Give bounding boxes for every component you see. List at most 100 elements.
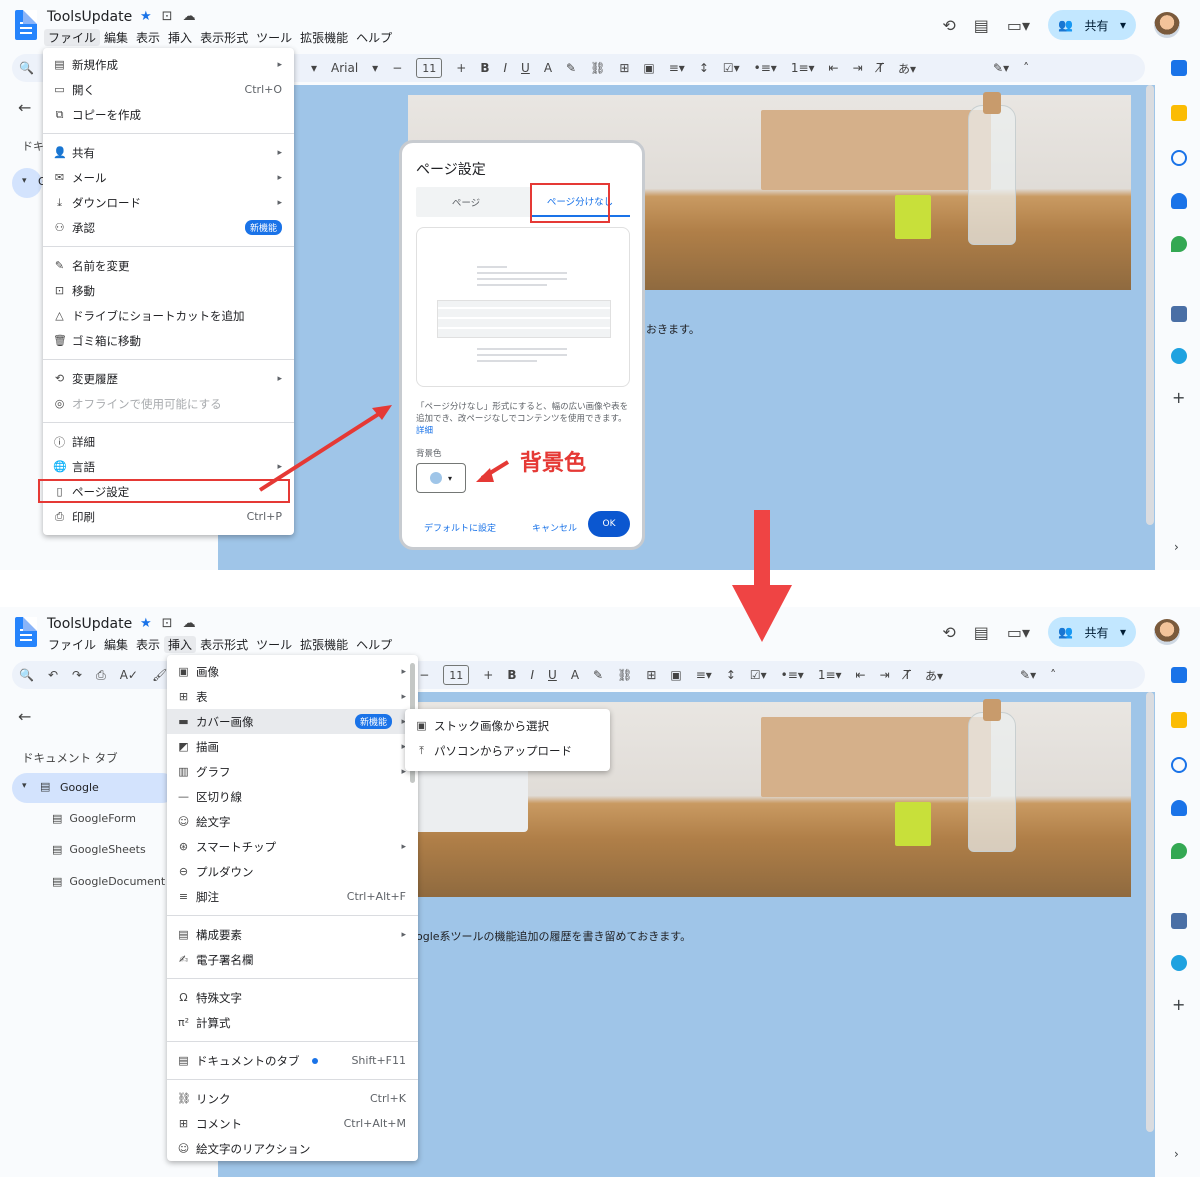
- menu-file[interactable]: ファイル: [44, 636, 100, 653]
- menu-item-special-chars[interactable]: Ω 特殊文字: [167, 985, 418, 1010]
- font-size-input[interactable]: 11: [443, 665, 470, 685]
- highlight-icon[interactable]: ✎: [593, 668, 603, 682]
- expand-icon[interactable]: ▾: [22, 781, 27, 791]
- numbered-list-icon[interactable]: 1≡▾: [818, 668, 842, 682]
- increase-size-button[interactable]: +: [483, 668, 493, 682]
- edit-mode-icon[interactable]: ✎▾: [1020, 668, 1036, 682]
- underline-button[interactable]: U: [548, 668, 557, 682]
- menu-item-doc-tabs[interactable]: ▤ ドキュメントのタブ Shift+F11: [167, 1048, 418, 1073]
- link-icon[interactable]: ⛓: [617, 668, 632, 682]
- decrease-size-button[interactable]: −: [419, 668, 429, 682]
- menu-view[interactable]: 表示: [132, 636, 164, 653]
- insert-image-icon[interactable]: ▣: [670, 668, 681, 682]
- back-arrow-icon[interactable]: ←: [18, 707, 31, 726]
- menu-item-table[interactable]: ⊞ 表 ▸: [167, 684, 418, 709]
- menu-bar: ファイル 編集 表示 挿入 表示形式 ツール 拡張機能 ヘルプ: [44, 636, 396, 653]
- keep-icon[interactable]: [1171, 712, 1187, 728]
- paint-format-icon[interactable]: 🖌: [152, 668, 167, 682]
- doc-icon: ▤: [52, 812, 63, 825]
- menu-insert[interactable]: 挿入: [164, 636, 197, 653]
- menu-help[interactable]: ヘルプ: [352, 636, 396, 653]
- bold-button[interactable]: B: [507, 668, 516, 682]
- tab-googlesheets[interactable]: ▤ GoogleSheets: [52, 843, 146, 856]
- add-addon-icon[interactable]: +: [1172, 995, 1185, 1014]
- addon-icon[interactable]: [1171, 913, 1187, 929]
- smartchip-icon: ⊛: [178, 840, 189, 853]
- menu-divider: [167, 1041, 418, 1042]
- history-icon[interactable]: ⟲: [942, 623, 955, 642]
- clear-format-icon[interactable]: T̸: [904, 668, 911, 682]
- menu-edit[interactable]: 編集: [100, 636, 132, 653]
- pencil-cup-shape: [895, 802, 931, 846]
- doc-tabs-icon: ▤: [178, 1054, 189, 1067]
- building-blocks-icon: ▤: [178, 928, 189, 941]
- menu-item-comment[interactable]: ⊞ コメント Ctrl+Alt+M: [167, 1111, 418, 1136]
- calendar-icon[interactable]: [1171, 667, 1187, 683]
- bullet-list-icon[interactable]: •≡▾: [781, 668, 804, 682]
- tasks-icon[interactable]: [1171, 757, 1187, 773]
- align-icon[interactable]: ≡▾: [696, 668, 712, 682]
- menu-extensions[interactable]: 拡張機能: [296, 636, 352, 653]
- collapse-toolbar-icon[interactable]: ˄: [1050, 668, 1056, 682]
- avatar[interactable]: [1154, 619, 1180, 645]
- text-color-button[interactable]: A: [571, 668, 579, 682]
- spellcheck-icon[interactable]: A✓: [120, 668, 138, 682]
- docs-logo-icon[interactable]: [15, 617, 37, 647]
- italic-button[interactable]: I: [530, 668, 534, 682]
- submenu-item-stock-image[interactable]: ▣ ストック画像から選択: [405, 713, 610, 738]
- print-icon[interactable]: ⎙: [96, 668, 106, 683]
- line-spacing-icon[interactable]: ↕: [726, 668, 736, 682]
- emoji-icon: ☺: [177, 815, 190, 828]
- indent-decrease-icon[interactable]: ⇤: [856, 668, 866, 682]
- tab-googledocument[interactable]: ▤ GoogleDocument: [52, 875, 165, 888]
- indent-increase-icon[interactable]: ⇥: [880, 668, 890, 682]
- menu-item-label: コメント: [196, 1116, 242, 1131]
- menu-divider: [167, 978, 418, 979]
- maps-icon[interactable]: [1171, 843, 1187, 859]
- menu-item-chart[interactable]: ▥ グラフ ▸: [167, 759, 418, 784]
- menu-item-image[interactable]: ▣ 画像 ▸: [167, 659, 418, 684]
- redo-icon[interactable]: ↷: [72, 668, 82, 682]
- bottle-shape: [968, 699, 1016, 852]
- chevron-down-icon[interactable]: ▾: [1120, 625, 1126, 639]
- meet-icon[interactable]: ▭▾: [1007, 623, 1030, 642]
- submenu-item-upload[interactable]: ⤒ パソコンからアップロード: [405, 738, 610, 763]
- menu-item-link[interactable]: ⛓ リンク Ctrl+K: [167, 1086, 418, 1111]
- menu-item-building-blocks[interactable]: ▤ 構成要素 ▸: [167, 922, 418, 947]
- menu-item-horizontal-line[interactable]: — 区切り線: [167, 784, 418, 809]
- comments-icon[interactable]: ▤: [974, 623, 989, 642]
- share-button[interactable]: 👥 共有 ▾: [1048, 617, 1136, 647]
- cover-image-submenu: ▣ ストック画像から選択 ⤒ パソコンからアップロード: [405, 709, 610, 771]
- move-folder-icon[interactable]: ⊡: [162, 616, 183, 631]
- menu-item-dropdown[interactable]: ⊖ プルダウン: [167, 859, 418, 884]
- star-icon[interactable]: ★: [140, 616, 162, 631]
- tab-google[interactable]: ▾ ▤ Google: [12, 773, 177, 803]
- menu-item-esignature[interactable]: ✍ 電子署名欄: [167, 947, 418, 972]
- contacts-icon[interactable]: [1171, 800, 1187, 816]
- menu-item-emoji[interactable]: ☺ 絵文字: [167, 809, 418, 834]
- menu-item-equation[interactable]: π² 計算式: [167, 1010, 418, 1035]
- menu-item-label: 構成要素: [196, 927, 242, 942]
- add-comment-icon[interactable]: ⊞: [646, 668, 656, 682]
- menu-tools[interactable]: ツール: [252, 636, 296, 653]
- scrollbar[interactable]: [1146, 692, 1154, 1132]
- menu-item-footnote[interactable]: ≡ 脚注 Ctrl+Alt+F: [167, 884, 418, 909]
- addon-circle-icon[interactable]: [1171, 955, 1187, 971]
- menu-format[interactable]: 表示形式: [196, 636, 252, 653]
- search-icon[interactable]: 🔍: [19, 668, 34, 682]
- menu-item-label: 描画: [196, 739, 219, 754]
- tab-label: GoogleDocument: [69, 875, 166, 888]
- menu-item-label: 表: [196, 689, 208, 704]
- share-label: 共有: [1084, 625, 1109, 640]
- menu-item-emoji-reaction[interactable]: ☺ 絵文字のリアクション: [167, 1136, 418, 1161]
- menu-item-smart-chips[interactable]: ⊛ スマートチップ ▸: [167, 834, 418, 859]
- undo-icon[interactable]: ↶: [48, 668, 58, 682]
- tab-googleform[interactable]: ▤ GoogleForm: [52, 812, 136, 825]
- expand-sidebar-icon[interactable]: ›: [1174, 1147, 1179, 1161]
- checklist-icon[interactable]: ☑▾: [750, 668, 767, 682]
- panel-divider: [0, 570, 1200, 607]
- menu-item-cover-image[interactable]: ▬ カバー画像 新機能 ▸: [167, 709, 418, 734]
- document-title[interactable]: ToolsUpdate: [47, 616, 132, 632]
- menu-item-drawing[interactable]: ◩ 描画 ▸: [167, 734, 418, 759]
- input-tools-icon[interactable]: あ▾: [925, 667, 943, 684]
